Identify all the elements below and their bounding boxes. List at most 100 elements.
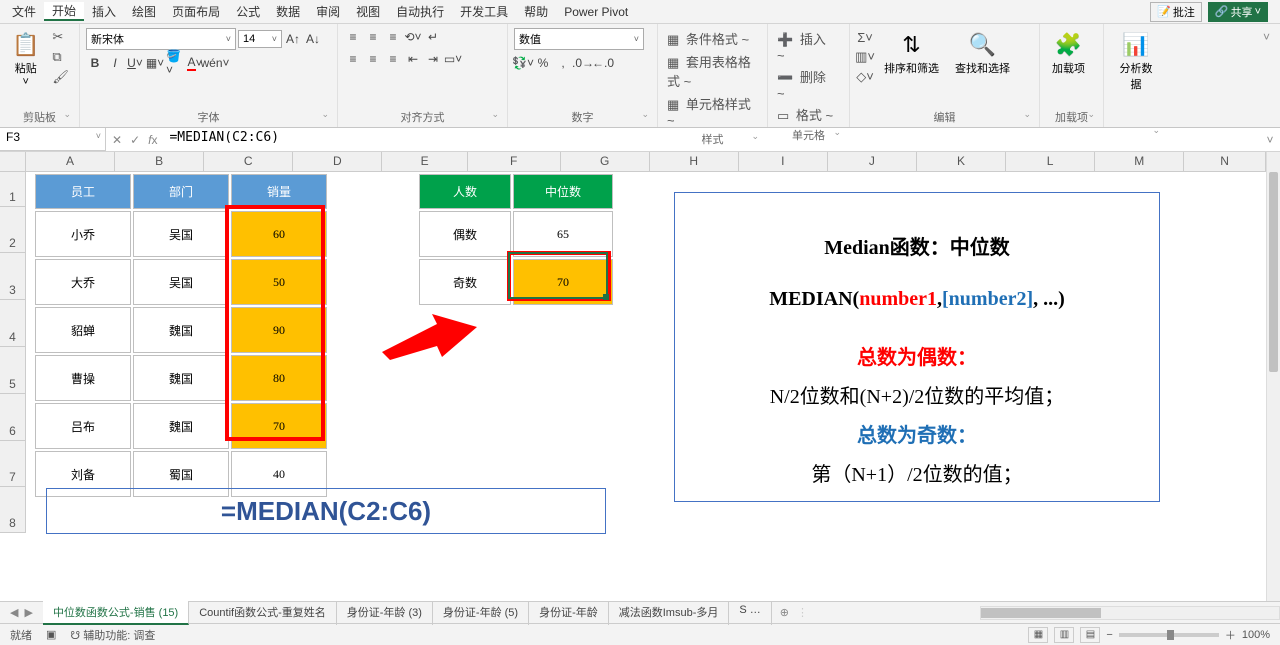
col-F[interactable]: F (468, 152, 561, 171)
page-layout-view-button[interactable]: ▥ (1054, 627, 1074, 643)
comments-button[interactable]: 📝 批注 (1150, 2, 1202, 22)
hscroll-thumb[interactable] (981, 608, 1101, 618)
menu-help[interactable]: 帮助 (516, 3, 556, 20)
increase-font-icon[interactable]: A↑ (284, 30, 302, 48)
vertical-scrollbar[interactable] (1266, 152, 1280, 601)
menu-powerpivot[interactable]: Power Pivot (556, 5, 636, 19)
ribbon-collapse-icon[interactable]: ˅ (1253, 24, 1280, 127)
align-left-icon[interactable]: ≡ (344, 50, 362, 68)
zoom-out-button[interactable]: − (1106, 629, 1112, 641)
currency-icon[interactable]: 💱˅ (514, 54, 532, 72)
bold-icon[interactable]: B (86, 54, 104, 72)
format-painter-icon[interactable]: 🖌 (49, 68, 72, 86)
share-button[interactable]: 🔗 共享 ˅ (1208, 2, 1268, 22)
col-E[interactable]: E (382, 152, 467, 171)
sheet-tab[interactable]: 身份证-年龄 (529, 601, 609, 625)
fx-icon[interactable]: fx (148, 133, 157, 147)
row-7[interactable]: 7 (0, 441, 25, 487)
col-L[interactable]: L (1006, 152, 1095, 171)
conditional-format-button[interactable]: ▦ 条件格式 ~ (664, 28, 761, 49)
orientation-icon[interactable]: ⟲˅ (404, 28, 422, 46)
cut-icon[interactable]: ✂ (49, 28, 72, 46)
zoom-in-button[interactable]: ＋ (1225, 627, 1236, 643)
expand-formula-icon[interactable]: ˅ (1260, 128, 1280, 151)
insert-cells-button[interactable]: ➕ 插入 ~ (774, 28, 843, 64)
font-size-combo[interactable]: 14 (238, 30, 282, 48)
row-2[interactable]: 2 (0, 207, 25, 253)
col-J[interactable]: J (828, 152, 917, 171)
menu-file[interactable]: 文件 (4, 3, 44, 20)
cell-styles-button[interactable]: ▦ 单元格样式 ~ (664, 93, 761, 129)
col-I[interactable]: I (739, 152, 828, 171)
col-K[interactable]: K (917, 152, 1006, 171)
menu-formulas[interactable]: 公式 (228, 3, 268, 20)
paste-button[interactable]: 📋 粘贴˅ (6, 28, 45, 92)
cancel-formula-icon[interactable]: ✕ (112, 133, 122, 147)
menu-draw[interactable]: 绘图 (124, 3, 164, 20)
col-A[interactable]: A (26, 152, 115, 171)
align-bottom-icon[interactable]: ≡ (384, 28, 402, 46)
normal-view-button[interactable]: ▦ (1028, 627, 1048, 643)
menu-insert[interactable]: 插入 (84, 3, 124, 20)
col-B[interactable]: B (115, 152, 204, 171)
indent-dec-icon[interactable]: ⇤ (404, 50, 422, 68)
row-1[interactable]: 1 (0, 172, 25, 207)
menu-view[interactable]: 视图 (348, 3, 388, 20)
font-name-combo[interactable]: 新宋体 (86, 28, 236, 50)
row-headers[interactable]: 12345678 (0, 172, 26, 533)
sheet-tab[interactable]: 中位数函数公式-销售 (15) (43, 601, 189, 625)
col-H[interactable]: H (650, 152, 739, 171)
col-C[interactable]: C (204, 152, 293, 171)
fill-icon[interactable]: ▥˅ (856, 48, 874, 66)
row-8[interactable]: 8 (0, 487, 25, 533)
sheet-tab[interactable]: 身份证-年龄 (5) (433, 601, 529, 625)
tab-next-icon[interactable]: ▶ (24, 606, 32, 619)
row-4[interactable]: 4 (0, 300, 25, 347)
decrease-font-icon[interactable]: A↓ (304, 30, 322, 48)
italic-icon[interactable]: I (106, 54, 124, 72)
dec-decimal-icon[interactable]: ←.0 (594, 54, 612, 72)
scroll-thumb[interactable] (1269, 172, 1278, 372)
column-headers[interactable]: ABCDEFGHIJKLMN (26, 152, 1266, 172)
align-center-icon[interactable]: ≡ (364, 50, 382, 68)
col-G[interactable]: G (561, 152, 650, 171)
sheet-tab[interactable]: Countif函数公式-重复姓名 (189, 601, 337, 625)
page-break-view-button[interactable]: ▤ (1080, 627, 1100, 643)
tab-prev-icon[interactable]: ◀ (10, 606, 18, 619)
sheet-tab[interactable]: 身份证-年龄 (3) (337, 601, 433, 625)
phonetic-icon[interactable]: wén˅ (206, 54, 224, 72)
new-sheet-button[interactable]: ⊕ (772, 606, 797, 619)
merge-icon[interactable]: ▭˅ (444, 50, 462, 68)
percent-icon[interactable]: % (534, 54, 552, 72)
accessibility-status[interactable]: ☋ 辅助功能: 调查 (70, 627, 155, 643)
sheet-tab[interactable]: S … (729, 601, 771, 625)
col-M[interactable]: M (1095, 152, 1184, 171)
fill-color-icon[interactable]: 🪣˅ (166, 54, 184, 72)
copy-icon[interactable]: ⧉ (49, 48, 72, 66)
analyze-data-button[interactable]: 📊分析数据 (1110, 28, 1162, 96)
delete-cells-button[interactable]: ➖ 删除 ~ (774, 66, 843, 102)
menu-layout[interactable]: 页面布局 (164, 3, 228, 20)
zoom-slider[interactable] (1119, 633, 1219, 637)
align-middle-icon[interactable]: ≡ (364, 28, 382, 46)
autosum-icon[interactable]: Σ˅ (856, 28, 874, 46)
menu-devtools[interactable]: 开发工具 (452, 3, 516, 20)
macro-rec-icon[interactable]: ▣ (46, 628, 56, 641)
row-5[interactable]: 5 (0, 347, 25, 394)
indent-inc-icon[interactable]: ⇥ (424, 50, 442, 68)
col-N[interactable]: N (1184, 152, 1266, 171)
align-right-icon[interactable]: ≡ (384, 50, 402, 68)
select-all-corner[interactable] (0, 152, 26, 172)
align-top-icon[interactable]: ≡ (344, 28, 362, 46)
menu-review[interactable]: 审阅 (308, 3, 348, 20)
addins-button[interactable]: 🧩加载项 (1046, 28, 1091, 80)
spreadsheet[interactable]: ABCDEFGHIJKLMN 12345678 员工 部门 销量 小乔吴国60大… (0, 152, 1280, 601)
enter-formula-icon[interactable]: ✓ (130, 133, 140, 147)
sheet-tab[interactable]: 减法函数Imsub-多月 (609, 601, 730, 625)
find-select-button[interactable]: 🔍查找和选择 (949, 28, 1016, 80)
horizontal-scrollbar[interactable] (980, 606, 1280, 620)
menu-home[interactable]: 开始 (44, 2, 84, 21)
format-cells-button[interactable]: ▭ 格式 ~ (774, 104, 843, 125)
row-3[interactable]: 3 (0, 253, 25, 300)
name-box[interactable]: F3 (0, 128, 106, 151)
